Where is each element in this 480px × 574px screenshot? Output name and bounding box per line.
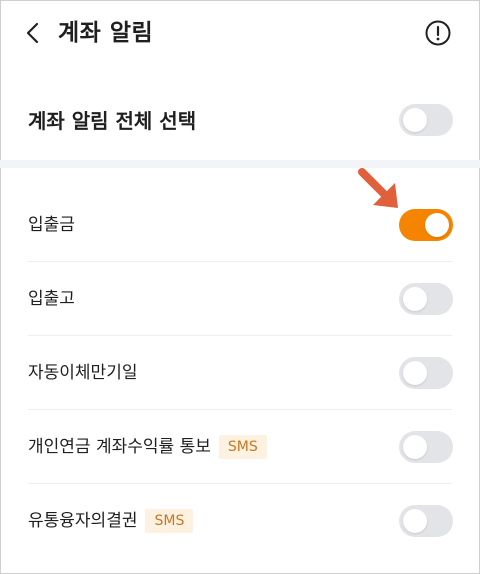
- page-title: 계좌 알림: [58, 20, 154, 46]
- setting-label: 개인연금 계좌수익률 통보: [28, 437, 211, 457]
- setting-toggle-stock-in-out[interactable]: [399, 283, 453, 315]
- section-divider: [0, 160, 480, 168]
- toggle-knob: [425, 213, 449, 237]
- info-circle-icon: [425, 20, 451, 46]
- toggle-knob: [403, 108, 427, 132]
- toggle-knob: [403, 361, 427, 385]
- setting-label-wrap: 유통융자의결권 SMS: [28, 484, 194, 558]
- setting-toggle-pension-return-notice[interactable]: [399, 431, 453, 463]
- setting-row-deposit-withdrawal: 입출금: [0, 188, 480, 262]
- setting-label: 입출금: [28, 215, 75, 235]
- info-button[interactable]: [424, 19, 452, 47]
- sms-badge: SMS: [145, 509, 194, 533]
- toggle-knob: [403, 435, 427, 459]
- setting-toggle-voting-rights[interactable]: [399, 505, 453, 537]
- setting-label-wrap: 자동이체만기일: [28, 336, 137, 410]
- toggle-knob: [403, 287, 427, 311]
- setting-row-auto-transfer-expiry: 자동이체만기일: [0, 336, 480, 410]
- select-all-row: 계좌 알림 전체 선택: [0, 86, 480, 156]
- sms-badge: SMS: [218, 435, 267, 459]
- toggle-knob: [403, 509, 427, 533]
- setting-label: 유통융자의결권: [28, 511, 138, 531]
- setting-label-wrap: 개인연금 계좌수익률 통보 SMS: [28, 410, 267, 484]
- setting-toggle-deposit-withdrawal[interactable]: [399, 209, 453, 241]
- back-button[interactable]: [18, 18, 48, 48]
- app-header: 계좌 알림: [0, 0, 480, 66]
- setting-row-voting-rights: 유통융자의결권 SMS: [0, 484, 480, 558]
- annotation-arrow-icon: [358, 168, 398, 208]
- select-all-label: 계좌 알림 전체 선택: [28, 109, 197, 133]
- setting-label-wrap: 입출금: [28, 188, 75, 262]
- select-all-toggle[interactable]: [399, 104, 453, 136]
- setting-row-pension-return-notice: 개인연금 계좌수익률 통보 SMS: [0, 410, 480, 484]
- setting-row-stock-in-out: 입출고: [0, 262, 480, 336]
- setting-toggle-auto-transfer-expiry[interactable]: [399, 357, 453, 389]
- setting-label: 자동이체만기일: [28, 363, 138, 383]
- setting-label-wrap: 입출고: [28, 262, 75, 336]
- chevron-left-icon: [26, 22, 39, 44]
- setting-label: 입출고: [28, 289, 75, 309]
